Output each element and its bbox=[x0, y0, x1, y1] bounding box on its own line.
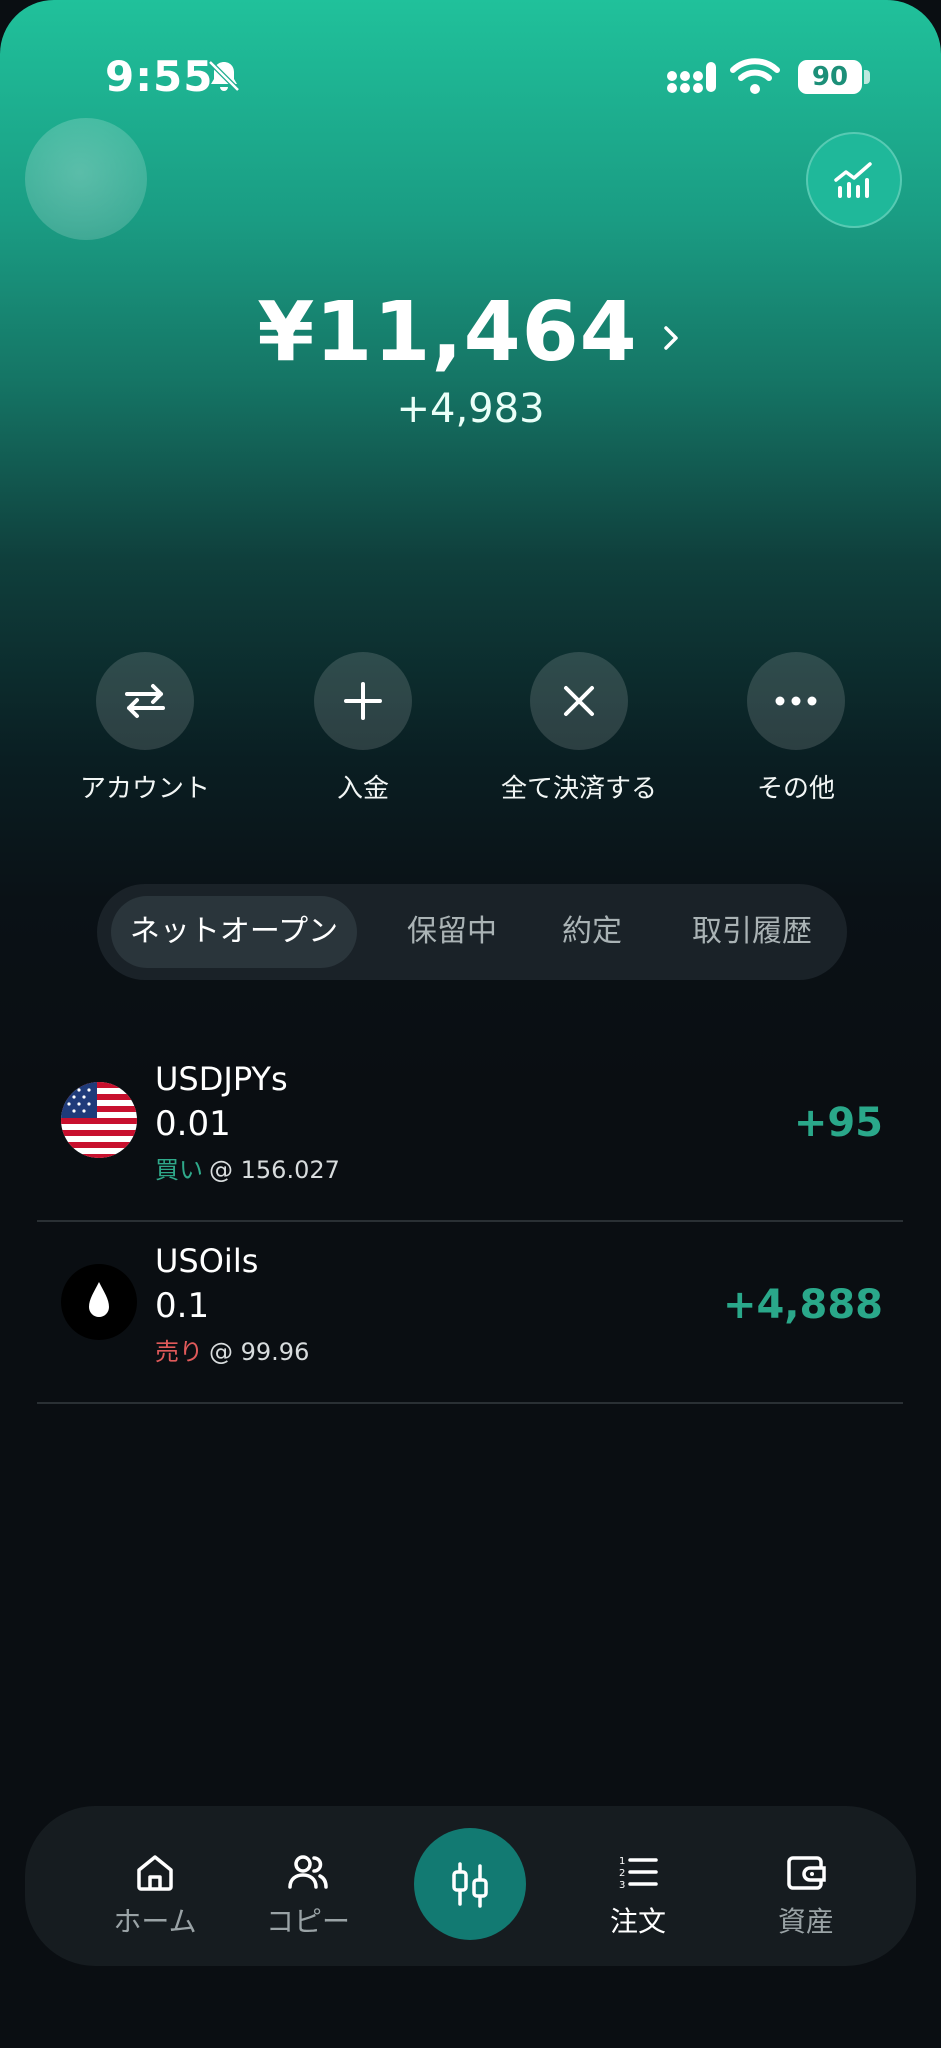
position-side-line: 買い @ 156.027 bbox=[155, 1150, 340, 1185]
tab-history[interactable]: 取引履歴 bbox=[677, 884, 827, 980]
position-lot: 0.1 bbox=[155, 1286, 210, 1326]
candlestick-icon bbox=[452, 1862, 488, 1908]
oil-drop-icon bbox=[61, 1264, 137, 1340]
us-flag-icon bbox=[61, 1082, 137, 1158]
balance-change: +4,983 bbox=[396, 386, 545, 432]
position-price: @ 99.96 bbox=[209, 1338, 310, 1366]
balance-amount: ¥11,464 bbox=[257, 285, 638, 380]
status-time: 9:55 bbox=[105, 52, 214, 101]
svg-text:2: 2 bbox=[619, 1868, 625, 1879]
account-button[interactable]: アカウント bbox=[35, 652, 255, 805]
bottom-nav: ホーム コピー 1 2 3 注文 資産 bbox=[25, 1806, 916, 1966]
position-side-line: 売り @ 99.96 bbox=[155, 1332, 309, 1367]
status-bar: 9:55 90 bbox=[0, 0, 941, 150]
nav-assets[interactable]: 資産 bbox=[731, 1806, 881, 1966]
nav-trade-button[interactable] bbox=[414, 1828, 526, 1940]
action-label: その他 bbox=[756, 774, 835, 804]
positions-list: USDJPYs 0.01 買い @ 156.027 +95 USOils 0.1 … bbox=[37, 1040, 903, 1404]
wallet-icon bbox=[787, 1856, 826, 1890]
position-side: 買い bbox=[155, 1156, 203, 1184]
position-row[interactable]: USOils 0.1 売り @ 99.96 +4,888 bbox=[37, 1222, 903, 1404]
action-label: 全て決済する bbox=[500, 774, 657, 804]
close-icon bbox=[564, 686, 594, 716]
position-lot: 0.01 bbox=[155, 1104, 231, 1144]
wifi-icon bbox=[730, 58, 780, 94]
plus-icon bbox=[344, 682, 382, 720]
home-icon bbox=[137, 1855, 173, 1891]
transfer-icon bbox=[125, 684, 165, 718]
nav-home[interactable]: ホーム bbox=[80, 1806, 230, 1966]
position-pnl: +4,888 bbox=[722, 1282, 883, 1328]
balance-section[interactable]: ¥11,464 +4,983 bbox=[0, 285, 941, 432]
close-all-button[interactable]: 全て決済する bbox=[469, 652, 689, 805]
more-button[interactable]: その他 bbox=[686, 652, 906, 805]
tab-pending[interactable]: 保留中 bbox=[387, 884, 517, 980]
position-tabs: ネットオープン 保留中 約定 取引履歴 bbox=[97, 884, 847, 980]
svg-text:3: 3 bbox=[619, 1880, 625, 1891]
nav-label: 資産 bbox=[777, 1905, 834, 1938]
users-icon bbox=[288, 1855, 328, 1889]
position-side: 売り bbox=[155, 1338, 203, 1366]
nav-label: ホーム bbox=[113, 1905, 197, 1938]
nav-label: 注文 bbox=[609, 1905, 666, 1938]
deposit-button[interactable]: 入金 bbox=[253, 652, 473, 805]
analytics-button[interactable] bbox=[806, 132, 902, 228]
action-label: アカウント bbox=[79, 774, 210, 804]
svg-text:1: 1 bbox=[619, 1856, 625, 1867]
more-icon bbox=[775, 696, 817, 706]
bell-muted-icon bbox=[208, 60, 240, 92]
cellular-signal-icon bbox=[667, 62, 716, 93]
nav-copy[interactable]: コピー bbox=[233, 1806, 383, 1966]
chart-trend-icon bbox=[834, 162, 872, 198]
nav-label: コピー bbox=[265, 1905, 350, 1938]
position-row[interactable]: USDJPYs 0.01 買い @ 156.027 +95 bbox=[37, 1040, 903, 1222]
battery-indicator: 90 bbox=[798, 60, 862, 94]
tab-net-open[interactable]: ネットオープン bbox=[111, 896, 357, 968]
chevron-right-icon bbox=[663, 325, 678, 350]
quick-actions: アカウント 入金 全て決済する その他 bbox=[0, 652, 941, 805]
list-icon: 1 2 3 bbox=[619, 1856, 658, 1891]
position-symbol: USOils bbox=[155, 1242, 259, 1280]
avatar[interactable] bbox=[25, 118, 147, 240]
position-price: @ 156.027 bbox=[209, 1156, 340, 1184]
position-pnl: +95 bbox=[793, 1100, 883, 1146]
battery-tip bbox=[864, 70, 870, 84]
tab-filled[interactable]: 約定 bbox=[537, 884, 647, 980]
app-screen: 9:55 90 ¥11,464 +4,983 アカウント 入金 全て決済する そ… bbox=[0, 0, 941, 2048]
position-symbol: USDJPYs bbox=[155, 1060, 288, 1098]
action-label: 入金 bbox=[336, 774, 389, 804]
nav-orders[interactable]: 1 2 3 注文 bbox=[563, 1806, 713, 1966]
